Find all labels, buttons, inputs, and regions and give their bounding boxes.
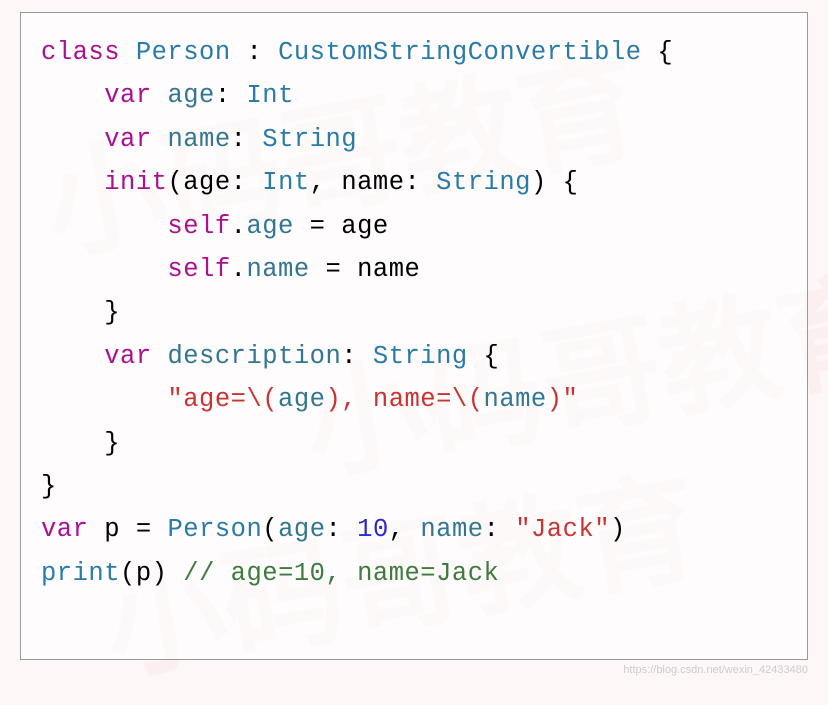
- keyword-self: self: [167, 255, 230, 284]
- keyword-var: var: [41, 515, 88, 544]
- type-int: Int: [246, 81, 293, 110]
- keyword-self: self: [167, 212, 230, 241]
- footer-watermark: https://blog.csdn.net/wexin_42433480: [623, 664, 808, 676]
- keyword-var: var: [104, 342, 151, 371]
- string-literal: "Jack": [515, 515, 610, 544]
- type-person: Person: [136, 38, 231, 67]
- string-literal: "age=: [167, 385, 246, 414]
- property-description: description: [167, 342, 341, 371]
- number-literal: 10: [357, 515, 389, 544]
- type-string: String: [262, 125, 357, 154]
- type-protocol: CustomStringConvertible: [278, 38, 641, 67]
- keyword-class: class: [41, 38, 120, 67]
- keyword-init: init: [104, 168, 167, 197]
- function-print: print: [41, 559, 120, 588]
- property-age: age: [167, 81, 214, 110]
- keyword-var: var: [104, 125, 151, 154]
- code-block: class Person : CustomStringConvertible {…: [20, 12, 808, 660]
- property-name: name: [167, 125, 230, 154]
- comment: // age=10, name=Jack: [183, 559, 499, 588]
- keyword-var: var: [104, 81, 151, 110]
- code-content: class Person : CustomStringConvertible {…: [41, 31, 787, 595]
